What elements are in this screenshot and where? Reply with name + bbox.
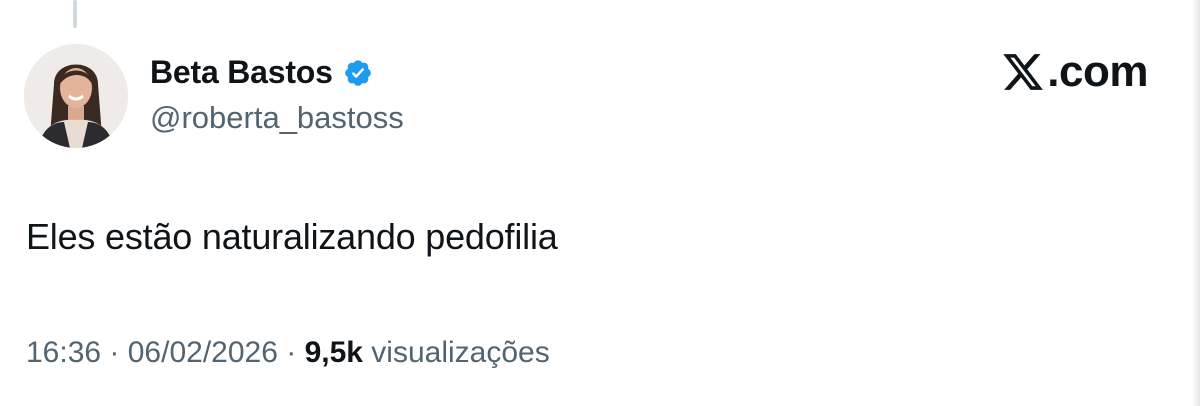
verified-badge-icon [343,58,373,88]
brand-domain: .com [1047,47,1148,96]
tweet-text: Eles estão naturalizando pedofilia [26,216,558,257]
display-name[interactable]: Beta Bastos [150,54,333,91]
tweet-meta: 16:36 · 06/02/2026 · 9,5k visualizações [26,336,550,370]
tweet-time[interactable]: 16:36 [26,336,101,370]
author-name-row: Beta Bastos [150,54,373,91]
thread-connector-line [73,0,77,28]
brand-watermark: .com [1001,50,1148,94]
avatar[interactable] [24,44,128,148]
meta-separator: · [277,336,305,369]
page-edge-shadow [1192,0,1200,406]
views-label: visualizações [362,336,550,369]
meta-separator: · [101,336,128,369]
views-count[interactable]: 9,5k [305,336,363,370]
author-handle[interactable]: @roberta_bastoss [150,100,404,136]
tweet-date[interactable]: 06/02/2026 [128,336,278,370]
x-logo-icon [1003,54,1044,90]
